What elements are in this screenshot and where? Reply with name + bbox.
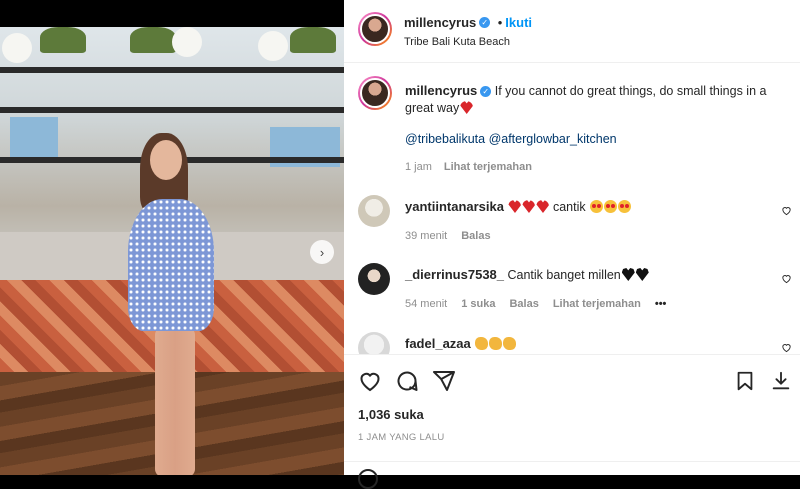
post-photo <box>0 27 344 475</box>
verified-badge-icon: ✓ <box>479 17 491 29</box>
hanging-plant <box>290 27 336 53</box>
reply-button[interactable]: Balas <box>461 230 490 242</box>
heart-icon[interactable] <box>358 369 382 393</box>
download-icon[interactable] <box>770 369 792 393</box>
caption-time: 1 jam <box>405 161 432 173</box>
comment-row: fadel_azaa <box>405 336 517 351</box>
separator-dot: • <box>497 15 503 30</box>
comment-username[interactable]: yantiintanarsika <box>405 199 504 214</box>
bar-shelf <box>0 67 344 73</box>
red-heart-emoji-icon <box>460 101 474 114</box>
comment-like-count[interactable]: 1 suka <box>461 298 495 310</box>
post-caption: millencyrus ✓ If you cannot do great thin… <box>405 82 785 117</box>
next-image-button[interactable]: › <box>310 240 334 264</box>
caption-translate-link[interactable]: Lihat terjemahan <box>444 161 532 173</box>
paper-plane-icon[interactable] <box>432 369 456 393</box>
reply-button[interactable]: Balas <box>509 298 538 310</box>
pendant-lamp <box>2 33 32 63</box>
bookmark-icon[interactable] <box>734 369 756 393</box>
person-head <box>150 140 182 180</box>
comment-meta: 39 menit Balas <box>405 230 491 242</box>
clapping-hands-emoji-icon <box>503 337 517 350</box>
comment-avatar[interactable] <box>358 263 390 295</box>
comment-username[interactable]: fadel_azaa <box>405 336 471 351</box>
comment-text: Cantik banget millen <box>507 268 621 282</box>
comment-row: _dierrinus7538_ Cantik banget millen <box>405 267 649 282</box>
comment-row-clipped: fadel_azaa <box>344 330 800 354</box>
comment-avatar[interactable] <box>358 195 390 227</box>
caption-author-avatar[interactable] <box>358 76 392 110</box>
person-dress <box>128 199 214 331</box>
red-heart-emoji-icon <box>508 200 522 213</box>
comment-time: 39 menit <box>405 230 448 242</box>
comment-time: 54 menit <box>405 298 448 310</box>
pendant-lamp <box>258 31 288 61</box>
author-avatar[interactable] <box>358 12 392 46</box>
header-user-line: millencyrus ✓ • Ikuti <box>404 14 532 32</box>
avatar-image <box>360 78 390 108</box>
post-media: › <box>0 0 344 475</box>
black-heart-emoji-icon <box>621 268 635 281</box>
comment-text: cantik <box>552 200 586 214</box>
caption-username[interactable]: millencyrus <box>405 83 477 98</box>
comment-username[interactable]: _dierrinus7538_ <box>405 267 504 282</box>
more-options-icon[interactable]: ••• <box>655 298 667 310</box>
bar-shelf <box>0 107 344 113</box>
star-eyes-emoji-icon <box>590 200 604 213</box>
clapping-hands-emoji-icon <box>475 337 489 350</box>
caption-mentions[interactable]: @tribebalikuta @afterglowbar_kitchen <box>405 132 617 146</box>
person-legs <box>155 327 195 475</box>
caption-meta: 1 jam Lihat terjemahan <box>405 161 532 173</box>
comment-avatar[interactable] <box>358 332 390 354</box>
divider <box>344 461 800 462</box>
black-heart-emoji-icon <box>635 268 649 281</box>
comment-meta: 54 menit 1 suka Balas Lihat terjemahan •… <box>405 298 666 310</box>
comment-like-heart-icon[interactable] <box>781 273 792 284</box>
post-details-panel: millencyrus ✓ • Ikuti Tribe Bali Kuta Beac… <box>344 0 800 489</box>
verified-badge-icon: ✓ <box>480 86 492 98</box>
post-timestamp: 1 JAM YANG LALU <box>358 432 445 443</box>
pendant-lamp <box>172 27 202 57</box>
comment-like-heart-icon[interactable] <box>781 342 792 353</box>
comment-like-heart-icon[interactable] <box>781 205 792 216</box>
hanging-plant <box>130 27 176 53</box>
chevron-right-icon: › <box>319 244 325 260</box>
emoji-picker-icon[interactable] <box>358 469 378 489</box>
comment-translate-link[interactable]: Lihat terjemahan <box>553 298 641 310</box>
star-eyes-emoji-icon <box>618 200 632 213</box>
like-count[interactable]: 1,036 suka <box>358 407 424 422</box>
clapping-hands-emoji-icon <box>489 337 503 350</box>
post-location[interactable]: Tribe Bali Kuta Beach <box>404 36 510 48</box>
post-actions: 1,036 suka 1 JAM YANG LALU <box>344 354 800 489</box>
hanging-plant <box>40 27 86 53</box>
background-window <box>10 117 58 157</box>
follow-button[interactable]: Ikuti <box>505 15 532 30</box>
author-username[interactable]: millencyrus <box>404 15 476 30</box>
post-header: millencyrus ✓ • Ikuti Tribe Bali Kuta Beac… <box>344 0 800 63</box>
red-heart-emoji-icon <box>522 200 536 213</box>
star-eyes-emoji-icon <box>604 200 618 213</box>
comment-row: yantiintanarsika cantik <box>405 199 632 214</box>
comment-bubble-icon[interactable] <box>395 369 419 393</box>
avatar-image <box>360 14 390 44</box>
red-heart-emoji-icon <box>536 200 550 213</box>
